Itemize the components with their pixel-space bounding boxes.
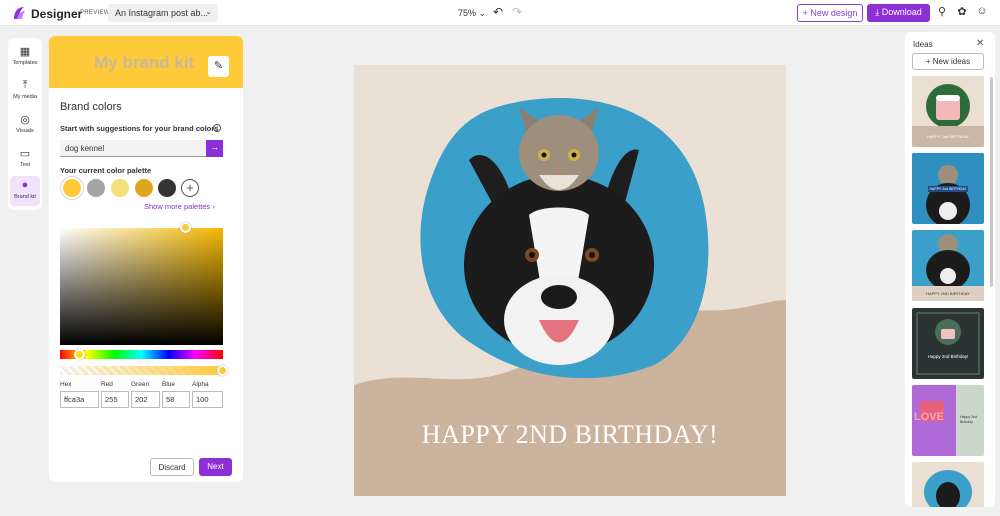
new-ideas-label: New ideas xyxy=(932,57,971,66)
download-icon: ⤓ xyxy=(875,7,880,17)
thumbnail-artwork xyxy=(916,312,980,375)
share-icon[interactable]: ⚲ xyxy=(935,5,949,19)
show-more-palettes-link[interactable]: Show more palettes › xyxy=(144,202,215,211)
color-swatch[interactable] xyxy=(111,179,129,197)
rail-item-templates[interactable]: ▦ Templates xyxy=(10,42,40,72)
cat-illustration xyxy=(519,107,599,191)
preview-tag: PREVIEW xyxy=(80,10,110,16)
chevron-right-icon: › xyxy=(212,202,215,211)
rail-label: Templates xyxy=(12,60,38,66)
rail-label: My media xyxy=(13,94,37,100)
undo-icon[interactable]: ↶ xyxy=(493,5,503,19)
rail-label: Text xyxy=(19,162,31,168)
designer-mascot-icon[interactable]: ✿ xyxy=(955,5,969,19)
brand-kit-panel: My brand kit ✎ Brand colors Start with s… xyxy=(49,36,243,482)
suggestion-input[interactable] xyxy=(60,140,206,157)
thumbnail-caption: Happy 2nd Birthday xyxy=(960,415,977,424)
ideas-title: Ideas xyxy=(913,40,933,49)
app-name: Designer xyxy=(31,7,83,21)
alpha-label: Alpha xyxy=(192,381,209,388)
red-input[interactable] xyxy=(101,391,129,408)
thumbnail-caption: HAPPY 2ND BIRTHDAY xyxy=(926,291,970,296)
account-icon[interactable]: ☺ xyxy=(975,5,989,19)
color-swatch[interactable] xyxy=(87,179,105,197)
document-title: An Instagram post ab... xyxy=(115,8,209,18)
green-label: Green xyxy=(131,381,150,388)
color-swatch[interactable] xyxy=(158,179,176,197)
rail-item-brand-kit[interactable]: ● Brand kit xyxy=(10,176,40,206)
thumbnail-caption: LOVE xyxy=(914,411,944,423)
hex-label: Hex xyxy=(60,381,72,388)
idea-thumbnail[interactable]: HAPPY 2ND BIRTHDAY xyxy=(912,230,984,301)
thumbnail-caption: HAPPY 2nd BIRTHDAY xyxy=(926,134,970,139)
eyedropper-button[interactable]: ✎ xyxy=(208,56,229,77)
arrow-right-icon: → xyxy=(210,142,219,152)
new-design-button[interactable]: + New design xyxy=(797,4,863,22)
idea-thumbnail[interactable]: LOVE Happy 2nd Birthday xyxy=(912,385,984,456)
document-title-dropdown[interactable]: An Instagram post ab... ⌄ xyxy=(108,4,218,22)
saturation-value-picker[interactable] xyxy=(60,228,223,345)
thumbnail-caption: HAPPY 2nd BIRTHDAY xyxy=(929,187,967,191)
plus-icon: + xyxy=(925,57,933,66)
rail-item-visuals[interactable]: ◎ Visuals xyxy=(10,110,40,140)
color-swatch[interactable] xyxy=(135,179,153,197)
text-icon: ▭ xyxy=(19,148,31,160)
chevron-down-icon: ⌄ xyxy=(478,8,487,18)
thumbnail-artwork xyxy=(924,470,972,507)
suggestion-label: Start with suggestions for your brand co… xyxy=(60,124,219,133)
eyedropper-icon: ✎ xyxy=(213,60,224,72)
designer-logo-icon xyxy=(14,7,25,19)
zoom-level: 75% xyxy=(458,8,477,18)
next-button[interactable]: Next xyxy=(199,458,232,476)
design-canvas[interactable]: HAPPY 2ND BIRTHDAY! xyxy=(354,65,786,496)
red-label: Red xyxy=(101,381,113,388)
color-picker-handle[interactable] xyxy=(180,222,191,233)
info-icon[interactable]: i xyxy=(213,124,221,132)
download-label: Download xyxy=(881,7,922,17)
color-swatch[interactable] xyxy=(63,179,81,197)
close-icon[interactable]: ✕ xyxy=(976,38,984,49)
visuals-icon: ◎ xyxy=(20,114,30,126)
ideas-panel: Ideas ✕ + New ideas HAPPY 2nd BIRTHDAY H… xyxy=(905,32,995,507)
rail-item-text[interactable]: ▭ Text xyxy=(10,144,40,174)
blue-input[interactable] xyxy=(162,391,190,408)
blue-label: Blue xyxy=(162,381,176,388)
brand-kit-icon: ● xyxy=(21,179,29,191)
brand-kit-header: My brand kit ✎ xyxy=(49,36,243,88)
download-button[interactable]: ⤓ Download xyxy=(867,4,930,22)
zoom-dropdown[interactable]: 75% ⌄ xyxy=(458,8,486,19)
rail-label: Visuals xyxy=(16,128,34,134)
show-more-label: Show more palettes xyxy=(144,202,211,211)
idea-thumbnail[interactable]: HAPPY 2nd BIRTHDAY xyxy=(912,153,984,224)
new-ideas-button[interactable]: + New ideas xyxy=(912,53,984,70)
rail-label: Brand kit xyxy=(14,194,36,200)
thumbnail-caption: Happy 2nd Birthday! xyxy=(927,354,969,359)
alpha-slider-handle[interactable] xyxy=(217,365,228,376)
top-bar: Designer PREVIEW An Instagram post ab...… xyxy=(0,0,1000,26)
chevron-down-icon: ⌄ xyxy=(205,7,212,16)
brand-kit-title: My brand kit xyxy=(94,53,195,72)
left-nav-rail: ▦ Templates ⤒ My media ◎ Visuals ▭ Text … xyxy=(8,38,42,210)
upload-icon: ⤒ xyxy=(22,79,28,91)
idea-thumbnail[interactable] xyxy=(912,462,984,507)
birthday-headline[interactable]: HAPPY 2ND BIRTHDAY! xyxy=(354,420,786,450)
redo-icon[interactable]: ↷ xyxy=(512,5,522,19)
add-color-button[interactable]: + xyxy=(181,179,199,197)
rail-item-my-media[interactable]: ⤒ My media xyxy=(10,76,40,106)
idea-thumbnail[interactable]: Happy 2nd Birthday! xyxy=(912,308,984,379)
ideas-scrollbar[interactable] xyxy=(990,77,993,287)
palette-label: Your current color palette xyxy=(60,166,152,175)
idea-thumbnail[interactable]: HAPPY 2nd BIRTHDAY xyxy=(912,76,984,147)
submit-suggestion-button[interactable]: → xyxy=(206,140,223,157)
alpha-slider[interactable] xyxy=(60,366,223,375)
alpha-input[interactable] xyxy=(192,391,223,408)
hex-input[interactable] xyxy=(60,391,99,408)
discard-button[interactable]: Discard xyxy=(150,458,194,476)
templates-icon: ▦ xyxy=(19,46,31,58)
green-input[interactable] xyxy=(131,391,160,408)
brand-colors-heading: Brand colors xyxy=(60,101,122,113)
hue-slider-handle[interactable] xyxy=(74,349,85,360)
